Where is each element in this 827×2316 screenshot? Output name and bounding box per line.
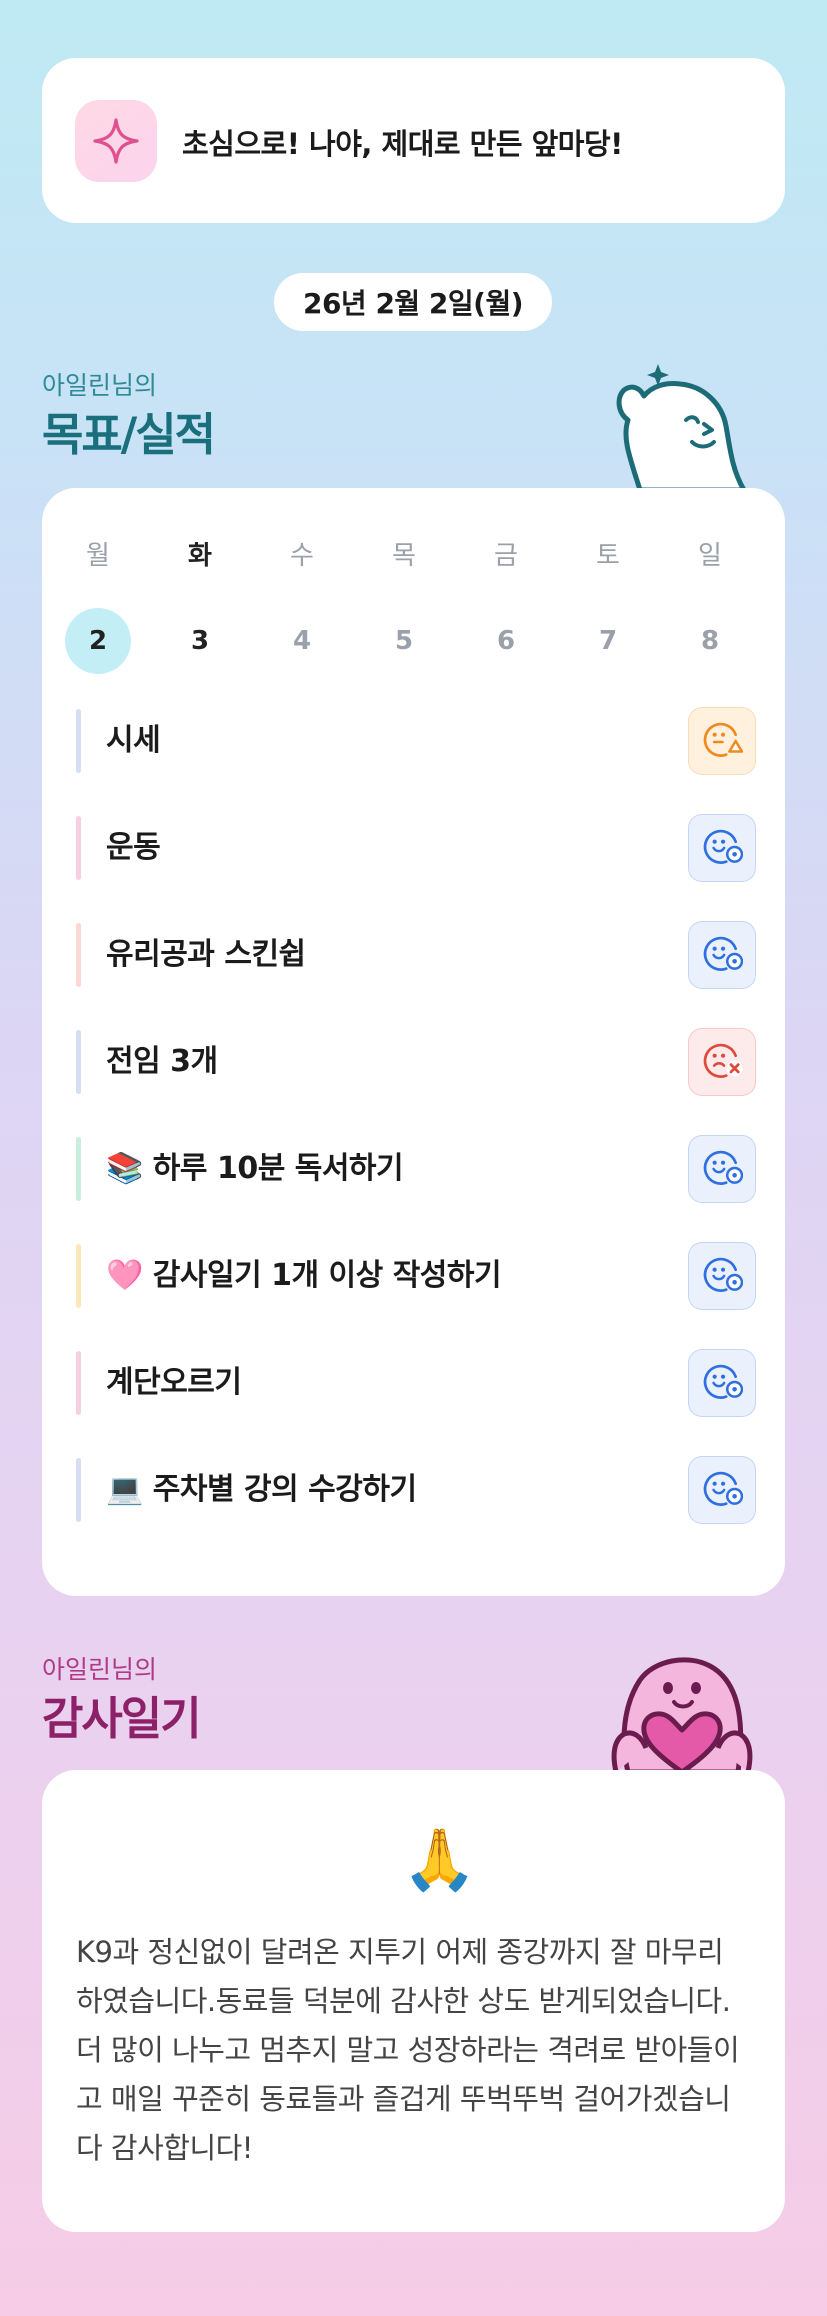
weekday-label: 월 xyxy=(86,541,110,571)
mascot-thumbs-up-illustration xyxy=(616,364,747,490)
gratitude-section-subtitle: 아일린님의 xyxy=(42,1655,158,1684)
goal-label: 유리공과 스킨쉽 xyxy=(106,937,306,972)
goal-label: 📚 하루 10분 독서하기 xyxy=(106,1151,404,1186)
face-check-icon xyxy=(703,829,743,864)
goal-label: 시세 xyxy=(106,723,161,758)
day-number: 3 xyxy=(190,626,210,656)
calendar-day[interactable]: 금6 xyxy=(454,536,558,674)
calendar-day[interactable]: 목5 xyxy=(352,536,456,674)
day-number: 5 xyxy=(394,626,414,656)
goal-color-bar xyxy=(76,1458,81,1522)
weekday-label: 일 xyxy=(698,541,722,571)
goal-label: 운동 xyxy=(106,830,161,865)
weekday-label: 목 xyxy=(392,541,416,571)
goal-color-bar xyxy=(76,1351,81,1415)
goal-item[interactable]: 계단오르기 xyxy=(76,1349,756,1417)
face-check-icon xyxy=(703,936,743,971)
calendar-day[interactable]: 월2 xyxy=(46,536,150,674)
gratitude-text: K9과 정신없이 달려온 지투기 어제 종강까지 잘 마무리 하였습니다.동료들… xyxy=(76,1935,740,2165)
motto-text: 초심으로! 나야, 제대로 만든 앞마당! xyxy=(182,127,623,161)
goal-color-bar xyxy=(76,1244,81,1308)
day-number: 6 xyxy=(496,626,516,656)
calendar-day[interactable]: 토7 xyxy=(556,536,660,674)
goal-item[interactable]: 유리공과 스킨쉽 xyxy=(76,921,756,989)
calendar-day[interactable]: 일8 xyxy=(658,536,762,674)
gratitude-section-title: 감사일기 xyxy=(42,1692,202,1745)
face-check-icon xyxy=(703,1364,743,1399)
status-button[interactable] xyxy=(688,1242,756,1310)
status-button[interactable] xyxy=(688,1456,756,1524)
day-number: 8 xyxy=(700,626,720,656)
weekday-label: 토 xyxy=(596,541,620,571)
status-button[interactable] xyxy=(688,1028,756,1096)
face-check-icon xyxy=(703,1471,743,1506)
sparkle-icon xyxy=(75,100,157,182)
goal-color-bar xyxy=(76,1137,81,1201)
weekday-label: 수 xyxy=(290,541,314,571)
goal-label: 🩷 감사일기 1개 이상 작성하기 xyxy=(106,1258,502,1293)
day-number: 7 xyxy=(598,626,618,656)
goal-item[interactable]: 시세 xyxy=(76,707,756,775)
goal-label: 💻 주차별 강의 수강하기 xyxy=(106,1472,417,1507)
goal-color-bar xyxy=(76,1030,81,1094)
status-button[interactable] xyxy=(688,1349,756,1417)
date-label: 26년 2월 2일(월) xyxy=(274,273,552,331)
status-button[interactable] xyxy=(688,814,756,882)
goals-section-subtitle: 아일린님의 xyxy=(42,371,158,400)
goal-item[interactable]: 전임 3개 xyxy=(76,1028,756,1096)
status-button[interactable] xyxy=(688,1135,756,1203)
face-fail-icon xyxy=(703,1043,743,1078)
motto-banner: 초심으로! 나야, 제대로 만든 앞마당! xyxy=(42,58,785,223)
prayer-emoji: 🙏 xyxy=(402,1825,477,1895)
goals-section-title: 목표/실적 xyxy=(42,408,216,461)
goals-card: 월2 화3 수4 목5 금6 토7 일8 시세 운동 유리공과 스킨쉽 전임 3… xyxy=(42,488,785,1596)
weekday-label: 화 xyxy=(188,541,212,571)
weekday-label: 금 xyxy=(494,541,518,571)
status-button[interactable] xyxy=(688,707,756,775)
goal-color-bar xyxy=(76,709,81,773)
face-check-icon xyxy=(703,1257,743,1292)
day-number: 2 xyxy=(65,608,131,674)
day-number: 4 xyxy=(292,626,312,656)
calendar-day[interactable]: 수4 xyxy=(250,536,354,674)
goal-color-bar xyxy=(76,923,81,987)
goal-item[interactable]: 📚 하루 10분 독서하기 xyxy=(76,1135,756,1203)
goal-item[interactable]: 운동 xyxy=(76,814,756,882)
calendar-day[interactable]: 화3 xyxy=(148,536,252,674)
goal-item[interactable]: 🩷 감사일기 1개 이상 작성하기 xyxy=(76,1242,756,1310)
face-check-icon xyxy=(703,1150,743,1185)
goal-label: 전임 3개 xyxy=(106,1044,218,1079)
face-warning-icon xyxy=(703,722,743,757)
mascot-heart-illustration xyxy=(611,1657,753,1772)
status-button[interactable] xyxy=(688,921,756,989)
goal-color-bar xyxy=(76,816,81,880)
goal-label: 계단오르기 xyxy=(106,1365,242,1400)
gratitude-card: 🙏 K9과 정신없이 달려온 지투기 어제 종강까지 잘 마무리 하였습니다.동… xyxy=(42,1770,785,2232)
goal-item[interactable]: 💻 주차별 강의 수강하기 xyxy=(76,1456,756,1524)
